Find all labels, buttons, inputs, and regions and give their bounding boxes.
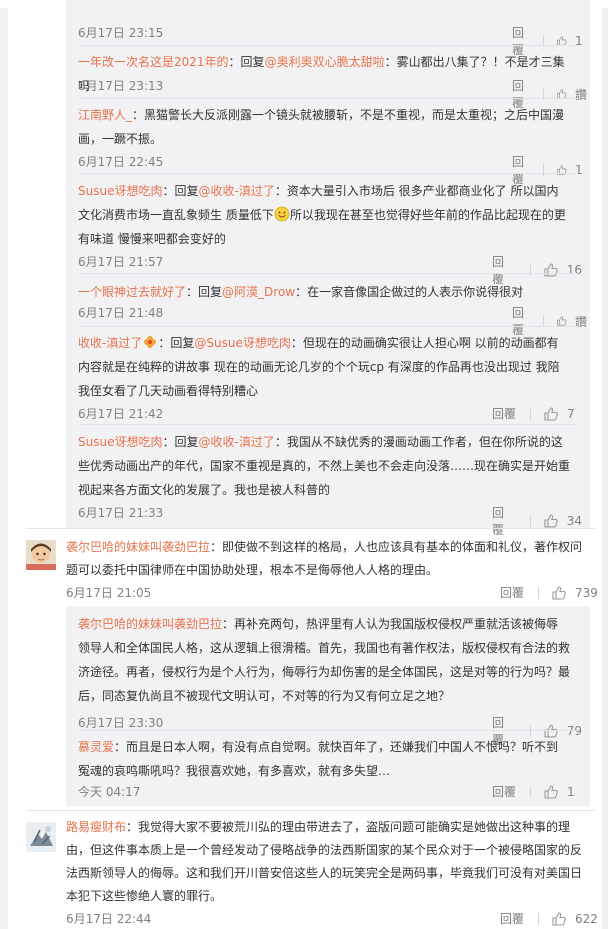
comment-text: 袭尔巴哈的妹妹叫袭劲巴拉：即使做不到这样的格局，人也应该具有基本的体面和礼仪，著…: [66, 536, 586, 582]
reply-username[interactable]: 慕灵爱: [78, 740, 114, 754]
comment-divider: [26, 810, 596, 811]
reply-body: ：在一家音像国企做过的人表示你说得很对: [295, 285, 524, 299]
reply-item: Susue讶想吃肉：回复@收收-滇过了：资本大量引入市场后 很多产业都商业化了 …: [78, 179, 582, 286]
avatar[interactable]: [26, 822, 56, 852]
reply-actions: 回覆 7: [492, 405, 575, 422]
like-count: 讚: [575, 87, 588, 102]
reply-username[interactable]: 江南野人_: [78, 108, 132, 122]
divider: [529, 264, 531, 276]
thumbs-up-icon[interactable]: [556, 162, 567, 178]
reply-item: 6月17日 23:15 回覆 1: [78, 0, 583, 57]
reply-prefix: ：回复: [158, 336, 195, 350]
like-count: 34: [566, 514, 583, 528]
reply-mention[interactable]: @Susue讶想吃肉: [194, 336, 290, 350]
left-rail: [0, 0, 8, 929]
divider: [78, 424, 578, 425]
right-rail: [602, 0, 608, 929]
divider: [78, 98, 578, 99]
reply-prefix: ：回复: [162, 435, 199, 449]
thumbs-up-icon[interactable]: [543, 513, 559, 529]
reply-time: 6月17日 23:30: [78, 716, 164, 730]
divider: [78, 730, 578, 731]
reply-time: 6月17日 23:15: [78, 26, 164, 40]
comment-actions: 回覆 622: [500, 910, 598, 927]
reply-username[interactable]: 一年改一次名这是2021年的: [78, 55, 229, 69]
reply-item: 慕灵爱：而且是日本人啊，有没有点自觉啊。就快百年了，还嫌我们中国人不恨吗？听不到…: [78, 735, 582, 805]
reply-item: 江南野人_：黑猫警长大反派刚露一个镜头就被腰斩，不是不重视，而是太重视；之后中国…: [78, 103, 583, 186]
reply-actions: 回覆 1: [492, 783, 575, 800]
comment-username[interactable]: 路易瘦财布: [66, 820, 126, 834]
thumbs-up-icon[interactable]: [543, 406, 559, 422]
divider: [538, 912, 540, 925]
thumbs-up-icon[interactable]: [556, 33, 567, 49]
reply-thread: 袭尔巴哈的妹妹叫袭劲巴拉：再补充两句，热评里有人认为我国版权侵权严重就活该被侮辱…: [66, 606, 590, 806]
comment-divider: [26, 528, 596, 529]
comment-actions: 回覆 739: [500, 584, 598, 601]
reply-prefix: ：回复: [186, 285, 223, 299]
reply-button[interactable]: 回覆: [492, 504, 516, 538]
thumbs-up-icon[interactable]: [556, 86, 567, 102]
reply-time: 6月17日 21:57: [78, 255, 164, 269]
reply-thread: 6月17日 23:15 回覆 1 一年改一次名这是2021年的：回复@奥利奥双心…: [66, 0, 590, 537]
reply-mention[interactable]: @收收-滇过了: [198, 435, 274, 449]
reply-username[interactable]: Susue讶想吃肉: [78, 184, 162, 198]
reply-item: Susue讶想吃肉：回复@收收-滇过了：我国从不缺优秀的漫画动画工作者，但在你所…: [78, 430, 582, 537]
reply-item: 袭尔巴哈的妹妹叫袭劲巴拉：再补充两句，热评里有人认为我国版权侵权严重就活该被侮辱…: [78, 612, 582, 747]
reply-item: 一年改一次名这是2021年的：回复@奥利奥双心脆太甜啦：雾山都出八集了？！不是才…: [78, 50, 587, 110]
thumbs-up-icon[interactable]: [551, 911, 567, 927]
divider: [78, 173, 578, 174]
smile-emoji-icon: [274, 206, 290, 222]
like-count: 622: [575, 911, 598, 926]
divider: [530, 785, 532, 798]
comment-text: 路易瘦财布：我觉得大家不要被荒川弘的理由带进去了，盗版问题可能确实是她做出这种事…: [66, 816, 586, 908]
comment-username[interactable]: 袭尔巴哈的妹妹叫袭劲巴拉: [66, 540, 210, 554]
reply-time: 6月17日 21:48: [78, 306, 164, 320]
reply-button[interactable]: 回覆: [500, 910, 524, 927]
thumbs-up-icon[interactable]: [551, 585, 567, 601]
reply-body: ：黑猫警长大反派刚露一个镜头就被腰斩，不是不重视，而是太重视；之后中国漫画，一蹶…: [78, 108, 565, 146]
like-count: 1: [567, 784, 575, 799]
divider: [529, 515, 531, 527]
reply-button[interactable]: 回覆: [492, 783, 516, 800]
reply-mention[interactable]: @奥利奥双心脆太甜啦: [265, 55, 385, 69]
avatar[interactable]: [26, 540, 56, 570]
like-count: 7: [567, 406, 575, 421]
reply-username[interactable]: Susue讶想吃肉: [78, 435, 162, 449]
reply-time: 6月17日 21:42: [78, 407, 164, 421]
comment-time: 6月17日 21:05: [66, 586, 152, 600]
divider: [78, 273, 578, 274]
reply-time: 6月17日 21:33: [78, 506, 164, 520]
flower-emoji-icon: [144, 336, 157, 348]
divider: [530, 407, 532, 420]
reply-prefix: ：回复: [228, 55, 265, 69]
reply-username[interactable]: 袭尔巴哈的妹妹叫袭劲巴拉: [78, 617, 222, 631]
like-count: 1: [575, 163, 583, 177]
reply-prefix: ：回复: [162, 184, 199, 198]
like-count: 16: [566, 263, 583, 277]
reply-button[interactable]: 回覆: [500, 584, 524, 601]
divider: [538, 586, 540, 599]
divider: [542, 164, 544, 176]
comment-body: ：我觉得大家不要被荒川弘的理由带进去了，盗版问题可能确实是她做出这种事的理由，但…: [66, 820, 583, 903]
reply-time: 今天 04:17: [78, 785, 141, 799]
reply-username[interactable]: 一个眼神过去就好了: [78, 285, 186, 299]
thumbs-up-icon[interactable]: [543, 262, 559, 278]
divider: [78, 326, 578, 327]
reply-item: 一个眼神过去就好了：回复@阿漠_Drow：在一家音像国企做过的人表示你说得很对 …: [78, 280, 587, 337]
reply-actions: 回覆 34: [492, 504, 582, 538]
like-count: 739: [575, 585, 598, 600]
thumbs-up-icon[interactable]: [543, 784, 559, 800]
divider: [78, 45, 578, 46]
reply-button[interactable]: 回覆: [492, 405, 516, 422]
reply-item: 收收-滇过了 ：回复@Susue讶想吃肉：但现在的动画确实很让人担心啊 以前的动画…: [78, 331, 582, 423]
reply-mention[interactable]: @阿漠_Drow: [222, 285, 295, 299]
reply-time: 6月17日 22:45: [78, 155, 164, 169]
comment-time: 6月17日 22:44: [66, 912, 152, 926]
reply-body: ：而且是日本人啊，有没有点自觉啊。就快百年了，还嫌我们中国人不恨吗？听不到冤魂的…: [78, 740, 559, 778]
reply-time: 6月17日 23:13: [78, 79, 164, 93]
reply-username[interactable]: 收收-滇过了: [78, 336, 142, 350]
reply-mention[interactable]: @收收-滇过了: [198, 184, 274, 198]
